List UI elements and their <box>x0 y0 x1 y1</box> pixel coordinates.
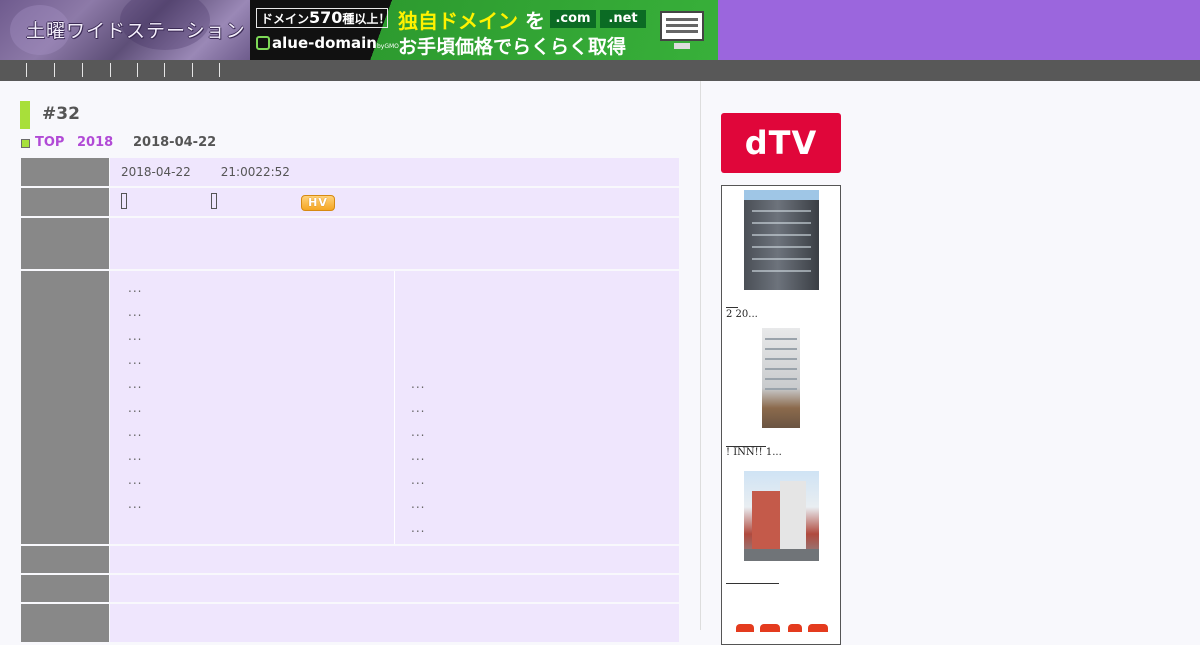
list-item: ... <box>411 521 426 535</box>
value-domain-banner-ad[interactable]: ドメイン570種以上！ alue-domainbyGMO 独自ドメイン を .c… <box>250 0 718 60</box>
broadcast-date: 2018-04-22 <box>121 165 191 179</box>
missing-glyph-icon <box>121 193 127 209</box>
list-item: ... <box>411 377 426 391</box>
nav-separator <box>137 63 138 77</box>
nav-separator <box>192 63 193 77</box>
list-item: ... <box>411 449 426 463</box>
list-item: ... <box>128 425 143 439</box>
ad-headline: 独自ドメイン を <box>398 9 545 33</box>
list-item: ... <box>411 401 426 415</box>
cast-cell: ... ... ... ... ... ... ... ... ... ... … <box>110 271 679 544</box>
broadcast-time: 21:0022:52 <box>220 165 290 179</box>
list-item: ... <box>411 473 426 487</box>
list-item: ... <box>411 497 426 511</box>
list-item: ... <box>128 305 143 319</box>
sidebar-ad-box: 2 20... ! INN!! 1... <box>721 185 841 645</box>
ad-tld-com: .com <box>550 10 596 28</box>
nav-separator <box>82 63 83 77</box>
table-row <box>20 574 680 603</box>
breadcrumb-year-link[interactable]: 2018 <box>77 135 113 150</box>
table-header-cell <box>21 604 109 642</box>
nav-separator <box>219 63 220 77</box>
list-item: ... <box>128 329 143 343</box>
list-item: ... <box>411 425 426 439</box>
list-item: ... <box>128 449 143 463</box>
nav-separator <box>54 63 55 77</box>
sidebar-caption-2[interactable]: ! INN!! 1... <box>726 447 782 458</box>
list-item: ... <box>128 401 143 415</box>
table-header-cell <box>21 218 109 269</box>
list-item: ... <box>128 353 143 367</box>
table-cell <box>110 218 679 269</box>
list-item: ... <box>128 377 143 391</box>
ad-domain-count: ドメイン570種以上！ <box>256 8 390 28</box>
site-logo-text: 土曜ワイドステーション <box>26 20 246 42</box>
table-header-cell <box>21 575 109 602</box>
hotel-thumbnail-2[interactable] <box>762 328 800 428</box>
broadcast-datetime: 2018-04-22 21:0022:52 <box>121 165 290 179</box>
ad-brand: alue-domainbyGMO <box>256 34 399 52</box>
nav-separator <box>164 63 165 77</box>
breadcrumb-date: 2018-04-22 <box>133 135 217 150</box>
table-cell <box>110 575 679 602</box>
ad-subline: お手頃価格でらくらく取得 <box>398 36 627 58</box>
page-title: #32 <box>42 104 80 124</box>
table-cell: HV <box>110 188 679 216</box>
list-item: ... <box>128 281 143 295</box>
table-header-cell <box>21 271 109 544</box>
breadcrumb-top-link[interactable]: TOP <box>35 135 64 150</box>
monitor-icon <box>660 11 704 41</box>
sidebar-divider <box>700 81 701 630</box>
table-header-cell <box>21 188 109 216</box>
title-accent-bar <box>20 101 30 129</box>
column-divider <box>394 271 395 544</box>
table-cell <box>110 546 679 573</box>
nav-separator <box>110 63 111 77</box>
sidebar-link-underline[interactable] <box>726 307 738 308</box>
monitor-stand-icon <box>674 43 690 49</box>
sidebar-link-underline[interactable] <box>726 583 779 584</box>
table-cell: 2018-04-22 21:0022:52 <box>110 158 679 186</box>
missing-glyph-icon <box>211 193 217 209</box>
partial-logo-ad[interactable] <box>736 624 828 638</box>
table-row: 2018-04-22 21:0022:52 <box>20 157 680 187</box>
hv-badge: HV <box>301 195 335 211</box>
table-row <box>20 217 680 270</box>
table-cell <box>110 604 679 642</box>
nav-separator <box>26 63 27 77</box>
table-row: HV <box>20 187 680 217</box>
site-logo[interactable]: 土曜ワイドステーション <box>0 0 250 60</box>
table-row <box>20 545 680 574</box>
ad-tld-net: .net <box>600 10 646 28</box>
sidebar-caption-1[interactable]: 2 20... <box>726 309 758 320</box>
hotel-thumbnail-3[interactable] <box>744 471 819 561</box>
global-nav <box>0 60 1200 81</box>
breadcrumb-marker-icon <box>21 139 30 148</box>
list-item: ... <box>128 473 143 487</box>
list-item: ... <box>128 497 143 511</box>
check-icon <box>256 36 270 50</box>
table-row: ... ... ... ... ... ... ... ... ... ... … <box>20 270 680 545</box>
dtv-banner-ad[interactable]: dTV <box>721 113 841 173</box>
table-header-cell <box>21 158 109 186</box>
site-header: 土曜ワイドステーション ドメイン570種以上！ alue-domainbyGMO… <box>0 0 1200 60</box>
table-header-cell <box>21 546 109 573</box>
table-row <box>20 603 680 643</box>
hotel-thumbnail-1[interactable] <box>744 190 819 290</box>
